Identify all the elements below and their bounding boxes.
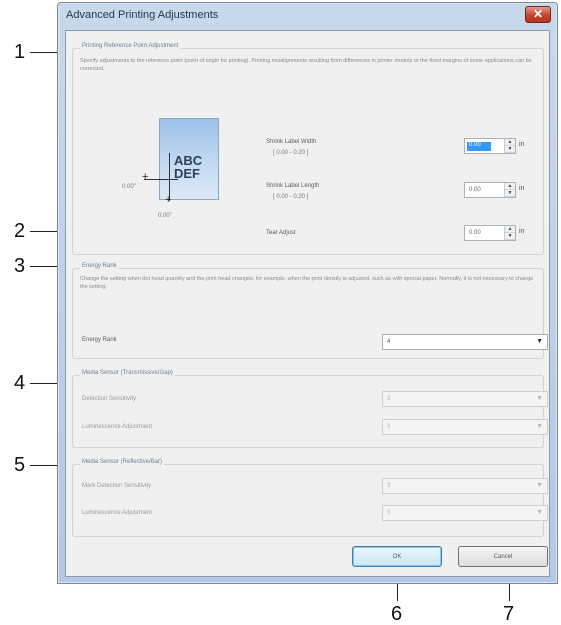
energy-description: Change the setting when dot head quantit… bbox=[80, 276, 534, 290]
label-preview-image: ABC DEF bbox=[159, 118, 219, 200]
advanced-printing-dialog: Advanced Printing Adjustments ✕ Printing… bbox=[57, 2, 558, 584]
vertical-spinbox[interactable]: 0.00 ▲ ▼ bbox=[464, 182, 516, 198]
transmissive-detection-value: 3 bbox=[387, 396, 391, 402]
reflective-luminescence-value: 3 bbox=[387, 510, 391, 516]
feed-value: 0.00 bbox=[469, 230, 481, 236]
feed-unit: in bbox=[519, 228, 525, 235]
reflective-detection-select[interactable]: 3 ▼ bbox=[382, 478, 548, 494]
window-title: Advanced Printing Adjustments bbox=[66, 9, 219, 21]
feed-spin-arrows: ▲ ▼ bbox=[504, 226, 515, 240]
callout-6: 6 bbox=[391, 603, 403, 625]
chevron-down-icon: ▼ bbox=[536, 338, 543, 345]
horizontal-value: 0.00 bbox=[467, 142, 491, 151]
vertical-unit: in bbox=[519, 185, 525, 192]
horizontal-label: Shrink Label Width bbox=[266, 139, 317, 145]
horizontal-offset-arrow bbox=[144, 179, 178, 180]
plus-marker-2: + bbox=[165, 194, 172, 206]
transmissive-luminescence-label: Luminescence Adjustment bbox=[82, 424, 153, 430]
horizontal-range: [ 0.00 - 0.20 ] bbox=[273, 150, 309, 156]
close-icon: ✕ bbox=[532, 7, 544, 21]
sensor-reflective-group bbox=[72, 464, 544, 537]
horizontal-spin-arrows: ▲ ▼ bbox=[504, 139, 515, 153]
vertical-spin-arrows: ▲ ▼ bbox=[504, 183, 515, 197]
spin-down-icon[interactable]: ▼ bbox=[505, 233, 515, 240]
spin-down-icon[interactable]: ▼ bbox=[505, 146, 515, 153]
preview-offset-h: 0.00" bbox=[122, 184, 136, 190]
vertical-label: Shrink Label Length bbox=[266, 183, 320, 189]
sensor-transmissive-title: Media Sensor (Transmissive/Gap) bbox=[80, 370, 175, 376]
print-ref-description: Specify adjustments to the reference poi… bbox=[80, 58, 532, 72]
title-bar[interactable]: Advanced Printing Adjustments ✕ bbox=[58, 3, 557, 29]
chevron-down-icon: ▼ bbox=[536, 395, 543, 402]
reflective-luminescence-label: Luminescence Adjustment bbox=[82, 510, 153, 516]
ok-button[interactable]: OK bbox=[352, 546, 442, 567]
reflective-detection-value: 3 bbox=[387, 483, 391, 489]
horizontal-spinbox[interactable]: 0.00 ▲ ▼ bbox=[464, 138, 516, 154]
callout-3: 3 bbox=[14, 255, 26, 277]
transmissive-detection-select[interactable]: 3 ▼ bbox=[382, 391, 548, 407]
chevron-down-icon: ▼ bbox=[536, 482, 543, 489]
transmissive-detection-label: Detection Sensitivity bbox=[82, 396, 137, 402]
reflective-luminescence-select[interactable]: 3 ▼ bbox=[382, 505, 548, 521]
spin-up-icon[interactable]: ▲ bbox=[505, 183, 515, 190]
feed-label: Tear Adjust bbox=[266, 230, 296, 236]
callout-2: 2 bbox=[14, 220, 26, 242]
preview-offset-v: 0.00" bbox=[158, 213, 172, 219]
spin-up-icon[interactable]: ▲ bbox=[505, 226, 515, 233]
feed-spinbox[interactable]: 0.00 ▲ ▼ bbox=[464, 225, 516, 241]
sensor-reflective-title: Media Sensor (Reflective/Bar) bbox=[80, 459, 165, 465]
callout-7: 7 bbox=[503, 603, 515, 625]
energy-rank-value: 4 bbox=[387, 339, 391, 345]
callout-4: 4 bbox=[14, 372, 26, 394]
vertical-range: [ 0.00 - 0.20 ] bbox=[273, 194, 309, 200]
sensor-transmissive-group bbox=[72, 375, 544, 448]
energy-label: Energy Rank bbox=[82, 337, 117, 343]
cancel-button[interactable]: Cancel bbox=[458, 546, 548, 567]
spin-down-icon[interactable]: ▼ bbox=[505, 190, 515, 197]
plus-marker-1: + bbox=[142, 171, 149, 183]
horizontal-unit: in bbox=[519, 141, 525, 148]
dialog-client-area: Printing Reference Point Adjustment Spec… bbox=[65, 30, 550, 577]
spin-up-icon[interactable]: ▲ bbox=[505, 139, 515, 146]
transmissive-luminescence-value: 3 bbox=[387, 424, 391, 430]
reflective-detection-label: Mark Detection Sensitivity bbox=[82, 483, 152, 489]
vertical-value: 0.00 bbox=[469, 187, 481, 193]
chevron-down-icon: ▼ bbox=[536, 509, 543, 516]
energy-rank-select[interactable]: 4 ▼ bbox=[382, 334, 548, 350]
chevron-down-icon: ▼ bbox=[536, 423, 543, 430]
callout-1: 1 bbox=[14, 41, 26, 63]
energy-group-title: Energy Rank bbox=[80, 263, 119, 269]
close-button[interactable]: ✕ bbox=[525, 6, 551, 23]
transmissive-luminescence-select[interactable]: 3 ▼ bbox=[382, 419, 548, 435]
callout-5: 5 bbox=[14, 454, 26, 476]
print-ref-group-title: Printing Reference Point Adjustment bbox=[80, 43, 181, 49]
